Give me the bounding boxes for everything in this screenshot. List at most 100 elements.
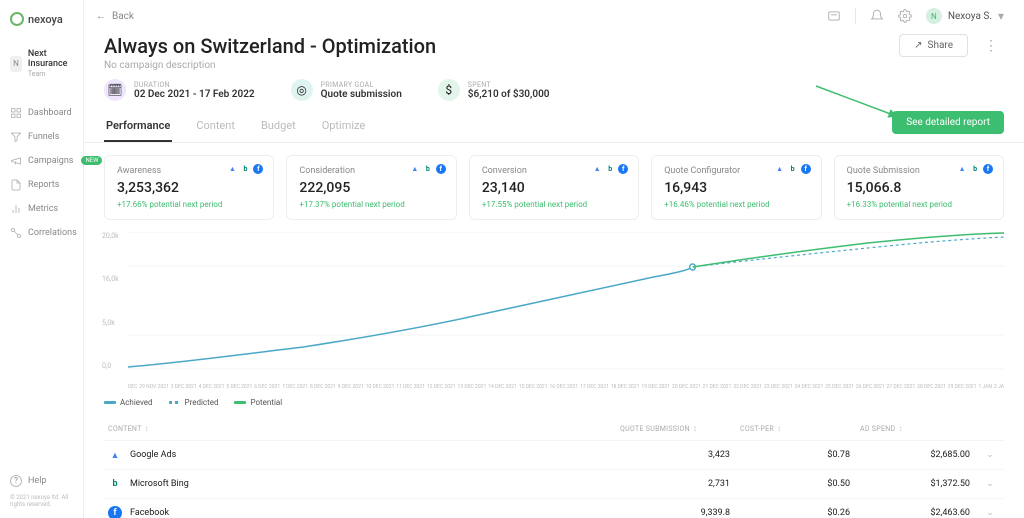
facebook-icon: f [983,164,993,174]
card-consideration: ▲bf Consideration 222,095 +17.37% potent… [286,155,456,220]
meta-label: DURATION [134,81,255,89]
google-icon: ▲ [227,164,237,174]
legend-potential: Potential [234,398,282,407]
x-tick: 9 DEC 2021 [338,384,364,390]
google-icon: ▲ [957,164,967,174]
facebook-icon: f [436,164,446,174]
account-name: Next Insurance [28,50,73,70]
nav-label: Campaigns [28,156,73,166]
bell-icon[interactable] [870,9,884,23]
target-icon: ◎ [291,79,313,101]
x-tick: 14 DEC 2021 [488,384,517,390]
x-tick: 13 DEC 2021 [458,384,487,390]
message-icon[interactable] [827,9,841,23]
swatch-icon [169,401,181,404]
topbar: ← Back N Nexoya S. ▾ [84,0,1024,28]
th-label: CONTENT [108,425,142,433]
divider [855,8,856,24]
facebook-icon: f [618,164,628,174]
card-delta: +17.37% potential next period [299,200,443,209]
cell-sp: $2,685.00 [860,450,980,460]
x-tick: 18 DEC 2021 [611,384,640,390]
th-spend[interactable]: AD SPEND↕ [860,424,980,433]
legend-label: Achieved [120,398,153,407]
cell-cp: $0.26 [740,508,860,518]
help-label: Help [28,476,46,486]
x-tick: 27 DEC 2021 [887,384,916,390]
tabs: Performance Content Budget Optimize See … [84,113,1024,143]
nav-label: Dashboard [28,108,72,118]
top-icons: N Nexoya S. ▾ [827,8,1004,24]
user-menu[interactable]: N Nexoya S. ▾ [926,8,1004,24]
gear-icon[interactable] [898,9,912,23]
channel-icons: ▲bf [227,164,263,174]
logo[interactable]: nexoya [6,8,77,30]
sort-icon: ↕ [145,424,149,433]
nav-correlations[interactable]: Correlations [6,222,77,244]
see-report-button[interactable]: See detailed report [892,111,1004,134]
table-row: fFacebook 9,339.8 $0.26 $2,463.60 ⌄ [104,499,1004,518]
expand-row[interactable]: ⌄ [980,508,1000,518]
facebook-icon: f [801,164,811,174]
card-delta: +16.46% potential next period [664,200,808,209]
x-tick: 10 DEC 2021 [366,384,395,390]
performance-chart: 20,0k 16,0k 5,0k 0,0 [84,232,1024,390]
campaign-meta: 🗓 DURATION 02 Dec 2021 - 17 Feb 2022 ◎ P… [84,79,1024,113]
meta-goal: ◎ PRIMARY GOAL Quote submission [291,79,402,101]
x-tick: 1 JAN [978,384,992,390]
th-content[interactable]: CONTENT↕ [108,424,620,433]
legend-predicted: Predicted [169,398,219,407]
tab-content[interactable]: Content [194,113,237,142]
nav-reports[interactable]: Reports [6,174,77,196]
expand-row[interactable]: ⌄ [980,479,1000,489]
x-tick: 29 DEC 2021 [948,384,977,390]
back-label: Back [112,11,134,22]
th-cost[interactable]: COST-PER↕ [740,424,860,433]
th-quote[interactable]: QUOTE SUBMISSION↕ [620,424,740,433]
tab-budget[interactable]: Budget [259,113,298,142]
nav-funnels[interactable]: Funnels [6,126,77,148]
share-button[interactable]: ↗ Share [899,34,968,57]
card-value: 15,066.8 [847,180,991,196]
expand-row[interactable]: ⌄ [980,450,1000,460]
account-team: Team [28,70,73,78]
y-tick: 0,0 [102,362,119,370]
nav-dashboard[interactable]: Dashboard [6,102,77,124]
nav-metrics[interactable]: Metrics [6,198,77,220]
card-value: 23,140 [482,180,626,196]
x-tick: 23 DEC 2021 [764,384,793,390]
x-tick: 2 JA [994,384,1004,390]
sidebar: nexoya N Next Insurance Team Dashboard F… [0,0,84,518]
th-label: QUOTE SUBMISSION [620,425,690,433]
help-link[interactable]: ? Help [6,470,77,492]
y-tick: 20,0k [102,232,119,240]
megaphone-icon [10,155,22,167]
card-value: 16,943 [664,180,808,196]
cell-qs: 3,423 [620,450,740,460]
arrow-left-icon: ← [96,11,106,22]
sort-icon: ↕ [898,424,902,433]
nav-label: Metrics [28,204,58,214]
channel-name: Facebook [130,508,169,518]
facebook-icon: f [253,164,263,174]
back-link[interactable]: ← Back [96,11,134,22]
meta-label: PRIMARY GOAL [321,81,402,89]
tab-performance[interactable]: Performance [104,113,172,142]
x-tick: 26 DEC 2021 [856,384,885,390]
table-header: CONTENT↕ QUOTE SUBMISSION↕ COST-PER↕ AD … [104,417,1004,441]
more-menu[interactable]: ⋮ [978,38,1004,54]
card-delta: +17.55% potential next period [482,200,626,209]
x-tick: 2 DEC 2021 [171,384,197,390]
nav-campaigns[interactable]: Campaigns NEW [6,150,77,172]
bing-icon: b [605,164,615,174]
help-icon: ? [10,475,22,487]
tab-optimize[interactable]: Optimize [320,113,368,142]
nav-label: Correlations [28,228,77,238]
chart-icon [10,203,22,215]
google-icon: ▲ [592,164,602,174]
google-ads-icon: ▲ [108,448,122,462]
kpi-cards: ▲bf Awareness 3,253,362 +17.66% potentia… [84,143,1024,232]
account-switcher[interactable]: N Next Insurance Team [6,46,77,82]
bing-icon: b [240,164,250,174]
y-tick: 5,0k [102,319,119,327]
